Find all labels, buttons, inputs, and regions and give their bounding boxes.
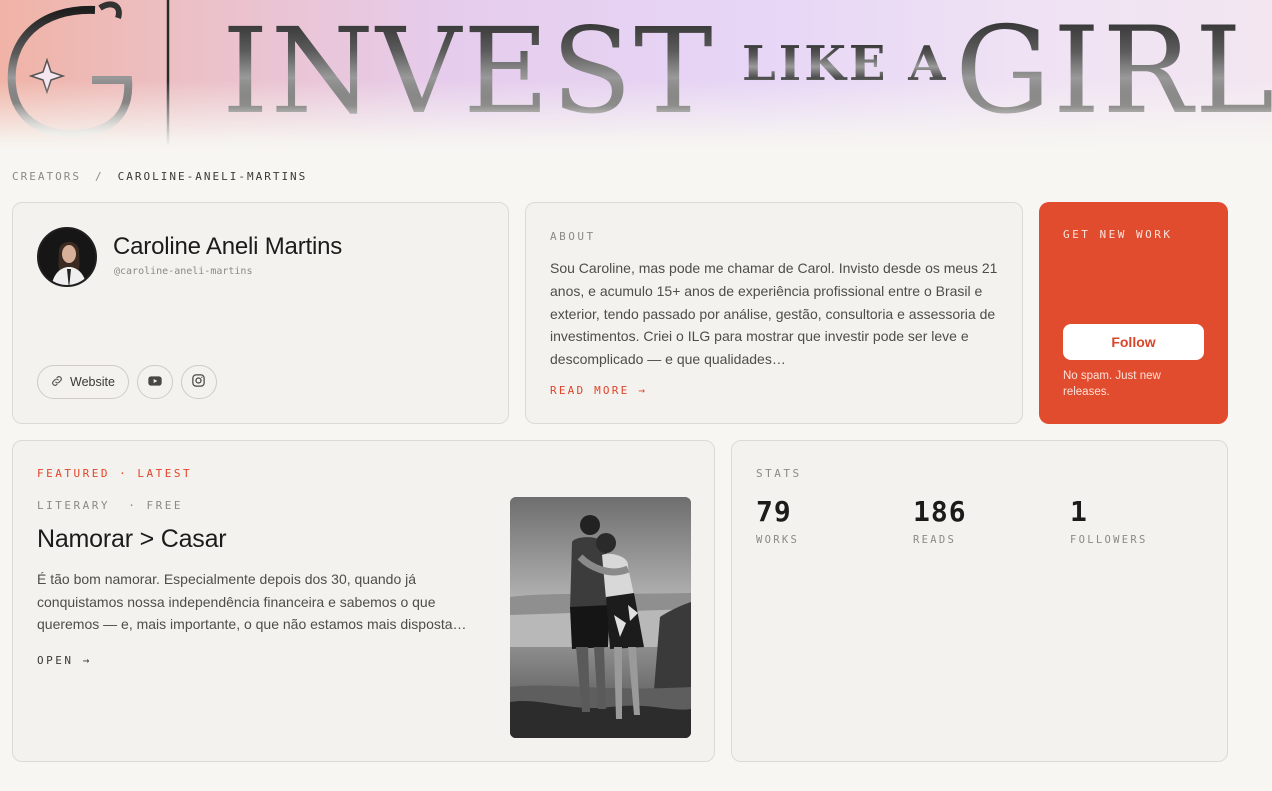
stat-followers-value: 1 [1070, 495, 1088, 528]
follow-note: No spam. Just new releases. [1063, 370, 1161, 398]
banner-word-invest: INVEST [222, 2, 715, 140]
profile-handle: @caroline-aneli-martins [114, 266, 253, 277]
youtube-link[interactable] [136, 365, 173, 399]
profile-card: Caroline Aneli Martins @caroline-aneli-m… [12, 202, 509, 424]
read-more-link[interactable]: READ MORE → [550, 384, 647, 397]
stats-label: STATS [756, 467, 802, 480]
banner-word-girl: GIRL [955, 2, 1272, 141]
featured-meta: LITERARY · FREE [37, 499, 183, 512]
instagram-icon [191, 373, 206, 391]
stat-followers-label: FOLLOWERS [1070, 534, 1148, 546]
follow-label: GET NEW WORK [1063, 228, 1173, 241]
open-link[interactable]: OPEN → [37, 654, 92, 667]
about-card: ABOUT Sou Caroline, mas pode me chamar d… [525, 202, 1023, 424]
stat-works-label: WORKS [756, 534, 800, 546]
stats-card: STATS 79 WORKS 186 READS 1 FOLLOWERS [731, 440, 1228, 762]
stat-works-value: 79 [756, 495, 792, 528]
instagram-link[interactable] [180, 365, 217, 399]
website-link-label: Website [70, 375, 115, 389]
featured-tag: FEATURED · LATEST [37, 467, 193, 480]
youtube-icon [147, 373, 163, 392]
stat-followers: 1 FOLLOWERS [1070, 495, 1148, 546]
featured-card[interactable]: FEATURED · LATEST LITERARY · FREE Namora… [12, 440, 715, 762]
banner-word-like-a: LIKE A [742, 36, 948, 92]
social-links: Website [37, 365, 217, 399]
link-icon [50, 374, 64, 391]
about-text: Sou Caroline, mas pode me chamar de Caro… [550, 260, 998, 368]
breadcrumb: CREATORS / CAROLINE-ANELI-MARTINS [12, 170, 307, 183]
follow-card: GET NEW WORK Follow No spam. Just new re… [1039, 202, 1228, 424]
breadcrumb-separator: / [94, 170, 104, 183]
breadcrumb-creators[interactable]: CREATORS [12, 170, 81, 183]
profile-name: Caroline Aneli Martins [113, 233, 343, 260]
breadcrumb-current: CAROLINE-ANELI-MARTINS [117, 170, 308, 183]
follow-button[interactable]: Follow [1063, 324, 1204, 360]
stat-reads-label: READS [913, 534, 957, 546]
featured-title[interactable]: Namorar > Casar [37, 525, 227, 554]
featured-description: É tão bom namorar. Especialmente depois … [37, 571, 467, 633]
featured-photo[interactable] [510, 497, 691, 738]
website-link[interactable]: Website [37, 365, 129, 399]
invest-like-a-girl-logo: INVEST LIKE A GIRL [7, 0, 1272, 145]
about-label: ABOUT [550, 230, 596, 243]
stat-reads: 186 READS [913, 495, 967, 546]
stat-works: 79 WORKS [756, 495, 799, 546]
stat-reads-value: 186 [913, 495, 967, 528]
header-banner: INVEST LIKE A GIRL [0, 0, 1272, 150]
avatar [37, 227, 97, 287]
